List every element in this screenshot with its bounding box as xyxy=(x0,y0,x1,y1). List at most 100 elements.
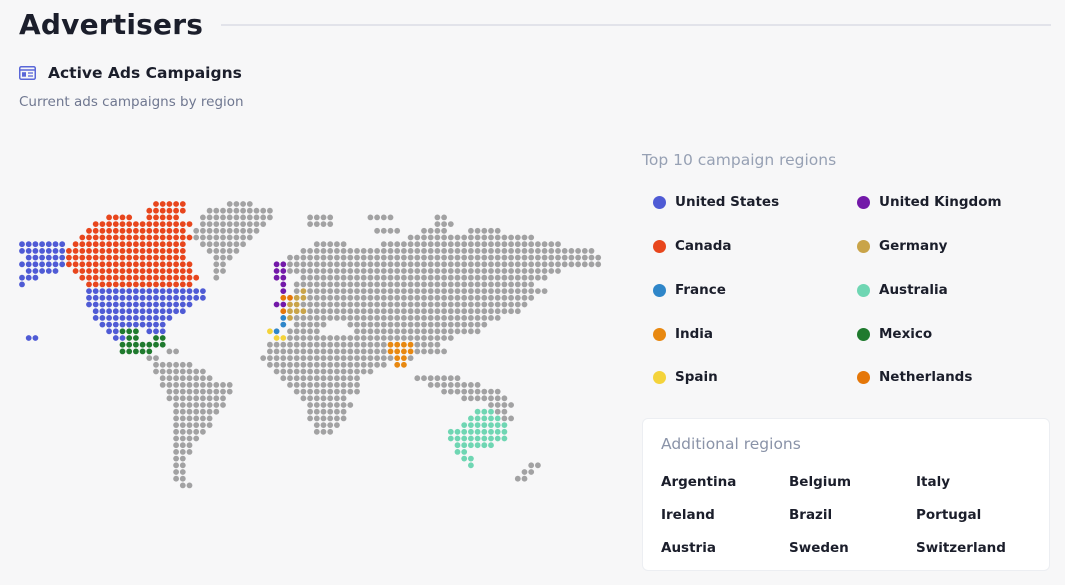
map-dot xyxy=(39,248,45,254)
map-dot xyxy=(468,328,474,335)
map-dot xyxy=(441,281,447,288)
map-dot xyxy=(347,261,354,268)
map-dot xyxy=(206,388,213,395)
map-dot xyxy=(313,221,320,228)
map-dot xyxy=(307,375,313,382)
map-dot xyxy=(313,361,320,368)
map-dot xyxy=(173,294,180,301)
map-dot xyxy=(340,274,347,281)
map-dot xyxy=(32,241,39,248)
map-dot xyxy=(334,408,340,415)
legend-color-dot xyxy=(857,370,870,384)
map-dot xyxy=(474,388,481,395)
map-dot xyxy=(334,248,340,254)
map-dot xyxy=(92,221,99,228)
map-dot xyxy=(313,348,320,355)
map-dot xyxy=(267,328,273,335)
map-dot xyxy=(119,241,126,248)
map-dot xyxy=(166,315,173,321)
map-dot xyxy=(320,415,327,422)
map-dot xyxy=(112,335,119,341)
map-dot xyxy=(166,214,173,221)
map-dot xyxy=(468,234,474,241)
map-dot xyxy=(179,428,186,435)
map-dot xyxy=(186,388,193,395)
additional-region-item: Belgium xyxy=(789,474,852,490)
map-dot xyxy=(313,294,320,301)
map-dot xyxy=(293,335,300,341)
map-dot xyxy=(86,248,92,254)
map-dot xyxy=(535,288,541,294)
map-dot xyxy=(488,294,494,301)
map-dot xyxy=(126,335,133,341)
map-dot xyxy=(112,315,119,321)
map-dot xyxy=(427,321,434,328)
map-dot xyxy=(307,415,313,422)
map-dot xyxy=(327,214,334,221)
map-dot xyxy=(226,241,233,248)
map-dot xyxy=(253,221,260,228)
map-dot xyxy=(166,254,173,261)
map-dot xyxy=(380,227,387,234)
map-dot xyxy=(367,214,374,221)
map-dot xyxy=(401,294,407,301)
map-dot xyxy=(307,248,313,254)
map-dot xyxy=(300,281,307,288)
map-dot xyxy=(220,382,226,388)
map-dot xyxy=(253,227,260,234)
map-dot xyxy=(407,341,414,348)
map-dot xyxy=(434,375,441,382)
map-dot xyxy=(468,294,474,301)
legend-label: Canada xyxy=(675,238,732,254)
map-dot xyxy=(179,221,186,228)
map-dot xyxy=(394,294,401,301)
map-dot xyxy=(334,415,340,422)
map-dot xyxy=(501,241,508,248)
map-dot xyxy=(561,261,568,268)
map-dot xyxy=(340,294,347,301)
map-dot xyxy=(327,294,334,301)
legend-item: France xyxy=(653,280,726,300)
map-dot xyxy=(133,341,139,348)
map-dot xyxy=(595,261,602,268)
map-dot xyxy=(200,294,206,301)
map-dot xyxy=(193,368,200,375)
map-dot xyxy=(220,388,226,395)
map-dot xyxy=(119,328,126,335)
map-dot xyxy=(253,207,260,214)
map-dot xyxy=(414,321,421,328)
map-dot xyxy=(461,248,468,254)
map-dot xyxy=(307,281,313,288)
map-dot xyxy=(488,395,494,402)
map-dot xyxy=(186,435,193,442)
map-dot xyxy=(173,207,180,214)
map-dot xyxy=(427,308,434,315)
map-dot xyxy=(200,408,206,415)
map-dot xyxy=(186,234,193,241)
map-dot xyxy=(293,355,300,361)
map-dot xyxy=(139,254,146,261)
map-dot xyxy=(454,382,461,388)
map-dot xyxy=(488,308,494,315)
map-dot xyxy=(387,335,394,341)
map-dot xyxy=(434,328,441,335)
map-dot xyxy=(421,227,427,234)
map-dot xyxy=(300,261,307,268)
map-dot xyxy=(595,254,602,261)
map-dot xyxy=(313,241,320,248)
map-dot xyxy=(307,361,313,368)
map-dot xyxy=(360,315,367,321)
map-dot xyxy=(193,294,200,301)
map-dot xyxy=(307,274,313,281)
map-dot xyxy=(173,402,180,408)
map-dot xyxy=(334,382,340,388)
map-dot xyxy=(434,321,441,328)
map-dot xyxy=(153,368,159,375)
map-dot xyxy=(280,308,287,315)
map-dot xyxy=(119,341,126,348)
map-dot xyxy=(32,261,39,268)
map-dot xyxy=(494,422,501,428)
map-dot xyxy=(394,321,401,328)
map-dot xyxy=(541,274,548,281)
map-dot xyxy=(380,268,387,274)
